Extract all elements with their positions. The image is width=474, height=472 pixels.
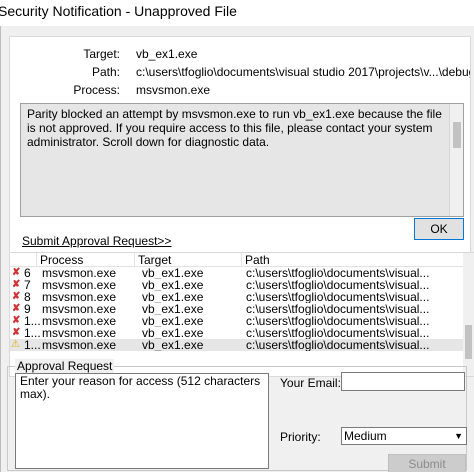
row-process: msvsmon.exe: [42, 315, 117, 327]
submit-button[interactable]: Submit: [388, 454, 466, 472]
table-scrollbar-thumb[interactable]: [465, 325, 472, 359]
row-target: vb_ex1.exe: [142, 279, 204, 291]
row-number: 9: [24, 303, 31, 315]
row-target: vb_ex1.exe: [142, 303, 204, 315]
ok-button[interactable]: OK: [414, 218, 464, 240]
target-value: vb_ex1.exe: [136, 47, 198, 61]
message-scrollbar-thumb[interactable]: [453, 122, 461, 148]
row-process: msvsmon.exe: [42, 339, 117, 351]
row-path: c:\users\tfoglio\documents\visual...: [246, 279, 430, 291]
path-label: Path:: [91, 65, 120, 79]
priority-label: Priority:: [280, 430, 321, 444]
approval-request-label: Approval Request: [15, 359, 115, 373]
priority-selected-value: Medium: [344, 429, 387, 443]
row-path: c:\users\tfoglio\documents\visual...: [246, 315, 430, 327]
process-value: msvsmon.exe: [136, 83, 211, 97]
table-scrollbar[interactable]: [463, 253, 474, 376]
table-row[interactable]: ✘ 7 msvsmon.exe vb_ex1.exe c:\users\tfog…: [10, 279, 465, 291]
row-target: vb_ex1.exe: [142, 291, 204, 303]
column-header-process[interactable]: Process: [36, 253, 134, 267]
security-notification-dialog: Target: vb_ex1.exe Path: c:\users\tfogli…: [0, 26, 474, 472]
row-process: msvsmon.exe: [42, 327, 117, 339]
column-header-path[interactable]: Path: [241, 253, 465, 267]
row-target: vb_ex1.exe: [142, 327, 204, 339]
submit-approval-request-link[interactable]: Submit Approval Request>>: [22, 234, 171, 248]
details-panel: Target: vb_ex1.exe Path: c:\users\tfogli…: [9, 36, 471, 258]
email-field[interactable]: [341, 372, 465, 391]
row-path: c:\users\tfoglio\documents\visual...: [246, 339, 430, 351]
row-number: 1...: [24, 339, 41, 351]
table-row[interactable]: ✘ 6 msvsmon.exe vb_ex1.exe c:\users\tfog…: [10, 267, 465, 279]
row-process: msvsmon.exe: [42, 291, 117, 303]
row-path: c:\users\tfoglio\documents\visual...: [246, 291, 430, 303]
row-path: c:\users\tfoglio\documents\visual...: [246, 327, 430, 339]
error-x-icon: ✘: [12, 291, 20, 302]
error-x-icon: ✘: [12, 267, 20, 278]
row-process: msvsmon.exe: [42, 279, 117, 291]
error-x-icon: ✘: [12, 303, 20, 314]
priority-select[interactable]: Medium ▼: [341, 427, 467, 445]
row-number: 1...: [24, 327, 41, 339]
error-x-icon: ✘: [12, 315, 20, 326]
target-label: Target:: [83, 47, 120, 61]
table-row[interactable]: ⚠ 1... msvsmon.exe vb_ex1.exe c:\users\t…: [10, 339, 465, 351]
message-box[interactable]: Parity blocked an attempt by msvsmon.exe…: [20, 103, 464, 217]
warning-icon: ⚠: [11, 339, 20, 350]
error-x-icon: ✘: [12, 327, 20, 338]
message-text: Parity blocked an attempt by msvsmon.exe…: [27, 107, 442, 149]
table-header: Process Target Path: [10, 253, 465, 267]
row-target: vb_ex1.exe: [142, 315, 204, 327]
row-number: 7: [24, 279, 31, 291]
table-row[interactable]: ✘ 1... msvsmon.exe vb_ex1.exe c:\users\t…: [10, 315, 465, 327]
error-x-icon: ✘: [12, 279, 20, 290]
window-title: Security Notification - Unapproved File: [0, 3, 237, 19]
path-value: c:\users\tfoglio\documents\visual studio…: [136, 65, 470, 79]
table-row[interactable]: ✘ 1... msvsmon.exe vb_ex1.exe c:\users\t…: [10, 327, 465, 339]
message-scrollbar[interactable]: [449, 104, 463, 216]
title-bar: Security Notification - Unapproved File: [0, 0, 474, 26]
table-rows: ✘ 6 msvsmon.exe vb_ex1.exe c:\users\tfog…: [10, 267, 465, 351]
row-target: vb_ex1.exe: [142, 339, 204, 351]
row-path: c:\users\tfoglio\documents\visual...: [246, 303, 430, 315]
reason-textarea[interactable]: Enter your reason for access (512 charac…: [15, 373, 269, 469]
column-header-target[interactable]: Target: [134, 253, 241, 267]
row-number: 8: [24, 291, 31, 303]
row-path: c:\users\tfoglio\documents\visual...: [246, 267, 430, 279]
row-number: 6: [24, 267, 31, 279]
row-process: msvsmon.exe: [42, 303, 117, 315]
row-target: vb_ex1.exe: [142, 267, 204, 279]
chevron-down-icon[interactable]: ▼: [454, 428, 463, 444]
table-row[interactable]: ✘ 9 msvsmon.exe vb_ex1.exe c:\users\tfog…: [10, 303, 465, 315]
table-row[interactable]: ✘ 8 msvsmon.exe vb_ex1.exe c:\users\tfog…: [10, 291, 465, 303]
row-process: msvsmon.exe: [42, 267, 117, 279]
process-label: Process:: [73, 83, 120, 97]
email-label: Your Email:: [280, 376, 341, 390]
row-number: 1...: [24, 315, 41, 327]
